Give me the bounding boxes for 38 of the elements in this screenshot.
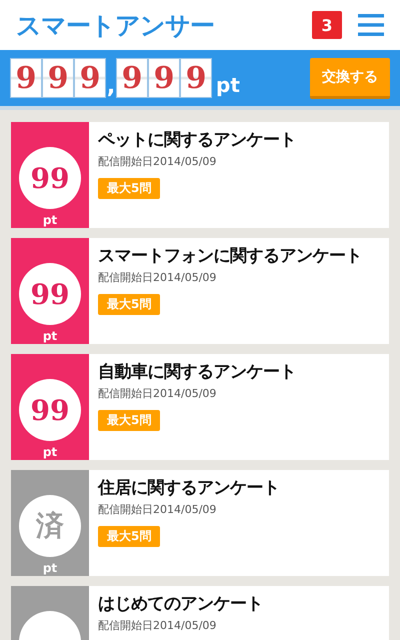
counter-digit: 9 (180, 58, 212, 98)
counter-digit: 9 (116, 58, 148, 98)
survey-title: 自動車に関するアンケート (98, 361, 296, 383)
menu-icon[interactable] (358, 13, 384, 37)
survey-card[interactable]: 99 pt スマートフォンに関するアンケート 配信開始日2014/05/09 最大5問 (11, 238, 389, 344)
survey-title: ペットに関するアンケート (98, 129, 296, 151)
question-count-badge: 最大5問 (98, 410, 160, 431)
survey-title: はじめてのアンケート (98, 593, 263, 615)
start-date: 配信開始日2014/05/09 (98, 270, 216, 285)
counter-digit: 9 (74, 58, 106, 98)
points-unit: pt (216, 72, 240, 98)
survey-card[interactable]: 99 pt ペットに関するアンケート 配信開始日2014/05/09 最大5問 (11, 122, 389, 228)
counter-digit: 9 (148, 58, 180, 98)
question-count-badge: 最大5問 (98, 526, 160, 547)
question-count-badge: 最大5問 (98, 294, 160, 315)
reward-unit: pt (42, 445, 58, 459)
survey-title: スマートフォンに関するアンケート (98, 245, 362, 267)
app-logo: スマートアンサー (16, 10, 215, 42)
start-date: 配信開始日2014/05/09 (98, 386, 216, 401)
notification-badge[interactable]: 3 (312, 11, 342, 39)
reward-unit: pt (42, 561, 58, 575)
start-date: 配信開始日2014/05/09 (98, 502, 216, 517)
survey-title: 住居に関するアンケート (98, 477, 280, 499)
start-date: 配信開始日2014/05/09 (98, 618, 216, 633)
counter-separator: , (106, 76, 116, 98)
reward-unit: pt (42, 213, 58, 227)
survey-card[interactable]: はじめてのアンケート 配信開始日2014/05/09 (11, 586, 389, 640)
survey-card[interactable]: 済 pt 住居に関するアンケート 配信開始日2014/05/09 最大5問 (11, 470, 389, 576)
counter-digit: 9 (42, 58, 74, 98)
reward-circle: 99 (19, 263, 81, 325)
start-date: 配信開始日2014/05/09 (98, 154, 216, 169)
reward-circle: 99 (19, 379, 81, 441)
reward-unit: pt (42, 329, 58, 343)
reward-circle: 99 (19, 147, 81, 209)
reward-circle: 済 (19, 495, 81, 557)
question-count-badge: 最大5問 (98, 178, 160, 199)
counter-digit: 9 (10, 58, 42, 98)
survey-card[interactable]: 99 pt 自動車に関するアンケート 配信開始日2014/05/09 最大5問 (11, 354, 389, 460)
